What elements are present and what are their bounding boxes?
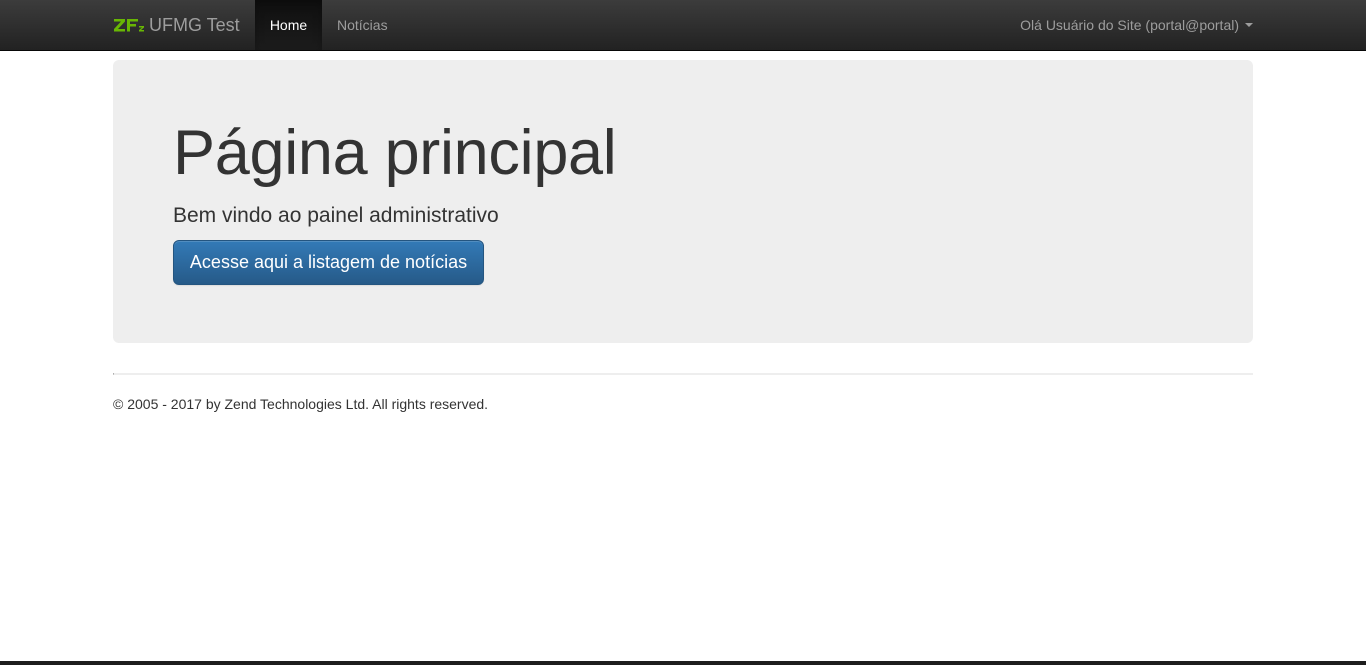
footer-divider bbox=[113, 373, 1253, 375]
footer-copyright: © 2005 - 2017 by Zend Technologies Ltd. … bbox=[113, 396, 489, 412]
page-title: Página principal bbox=[173, 118, 617, 188]
top-navbar: UFMG Test Home Notícias Olá Usuário do S… bbox=[0, 0, 1366, 51]
chevron-down-icon bbox=[1245, 23, 1253, 27]
zf2-logo-icon bbox=[114, 19, 144, 32]
brand-title: UFMG Test bbox=[149, 14, 240, 35]
news-list-button[interactable]: Acesse aqui a listagem de notícias bbox=[173, 240, 484, 285]
jumbotron: Página principal Bem vindo ao painel adm… bbox=[113, 60, 1253, 343]
user-menu-label: Olá Usuário do Site (portal@portal) bbox=[1020, 17, 1239, 33]
user-menu-dropdown[interactable]: Olá Usuário do Site (portal@portal) bbox=[1020, 0, 1253, 50]
nav-item-noticias[interactable]: Notícias bbox=[322, 0, 403, 50]
bottom-edge-strip bbox=[0, 661, 1366, 665]
brand-link[interactable]: UFMG Test bbox=[113, 0, 240, 50]
nav-item-home[interactable]: Home bbox=[255, 0, 322, 50]
page-subtitle: Bem vindo ao painel administrativo bbox=[173, 204, 499, 227]
